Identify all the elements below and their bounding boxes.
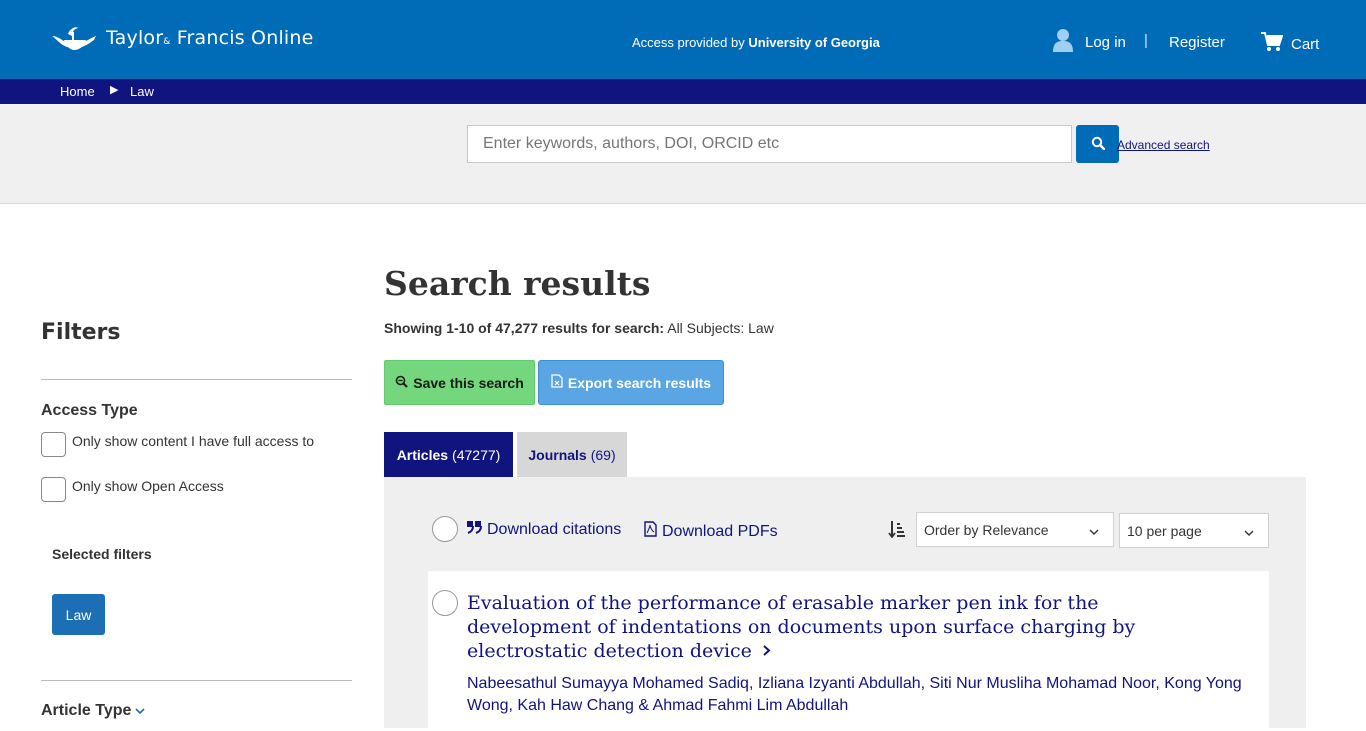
- per-page-select[interactable]: 10 per page: [1119, 513, 1269, 548]
- selected-filters-label: Selected filters: [52, 546, 152, 562]
- filters-divider: [41, 379, 352, 380]
- page-title: Search results: [384, 264, 651, 303]
- cart-label: Cart: [1291, 35, 1320, 53]
- article-title-link[interactable]: Evaluation of the performance of erasabl…: [467, 591, 1227, 663]
- breadcrumb-home[interactable]: Home: [60, 84, 95, 99]
- login-link[interactable]: Log in: [1053, 28, 1126, 56]
- register-link[interactable]: Register: [1169, 34, 1225, 51]
- save-search-button[interactable]: Save this search: [384, 360, 535, 405]
- download-citations-label: Download citations: [487, 521, 622, 538]
- header-separator: |: [1144, 32, 1148, 49]
- order-by-value: Order by Relevance: [924, 521, 1049, 538]
- per-page-value: 10 per page: [1127, 522, 1202, 539]
- article-type-heading: Article Type: [41, 702, 132, 719]
- article-authors[interactable]: Nabeesathul Sumayya Mohamed Sadiq, Izlia…: [467, 673, 1257, 717]
- access-type-heading: Access Type: [41, 402, 138, 419]
- logo-wordmark: Taylor& Francis Online: [106, 27, 314, 49]
- user-icon: [1053, 28, 1073, 56]
- order-by-select[interactable]: Order by Relevance: [916, 512, 1114, 547]
- article-title: Evaluation of the performance of erasabl…: [467, 592, 1136, 662]
- access-provided: Access provided by University of Georgia: [632, 35, 880, 50]
- advanced-search-link[interactable]: Advanced search: [1117, 138, 1210, 152]
- full-access-label: Only show content I have full access to: [72, 433, 315, 449]
- login-label: Log in: [1085, 33, 1126, 51]
- full-access-filter[interactable]: Only show content I have full access to: [41, 432, 314, 457]
- search-save-icon: [395, 375, 408, 391]
- access-org: University of Georgia: [748, 35, 880, 50]
- cart-icon: [1261, 32, 1284, 56]
- chevron-down-icon: [135, 702, 145, 720]
- selected-filter-chip[interactable]: Law: [52, 594, 105, 635]
- select-article-radio[interactable]: [432, 590, 458, 616]
- search-button[interactable]: [1076, 125, 1119, 163]
- full-access-checkbox[interactable]: [41, 432, 66, 457]
- export-results-label: Export search results: [567, 374, 712, 391]
- download-pdfs-label: Download PDFs: [662, 522, 778, 540]
- article-type-toggle[interactable]: Article Type: [41, 702, 145, 720]
- file-pdf-icon: [644, 521, 657, 542]
- filters-divider-2: [41, 680, 352, 681]
- tab-articles[interactable]: Articles (47277): [384, 432, 513, 477]
- results-summary: Showing 1-10 of 47,277 results for searc…: [384, 320, 774, 336]
- breadcrumb: Home ▶ Law: [0, 79, 1366, 104]
- open-access-label: Only show Open Access: [72, 478, 224, 494]
- search-icon: [1091, 136, 1105, 153]
- chevron-down-icon: [1089, 523, 1099, 539]
- open-access-checkbox[interactable]: [41, 477, 66, 502]
- select-all-radio[interactable]: [432, 516, 458, 542]
- download-citations-link[interactable]: Download citations: [467, 521, 621, 539]
- lamp-logo-icon: [50, 24, 98, 52]
- chevron-down-icon: [1244, 524, 1254, 540]
- site-logo[interactable]: Taylor& Francis Online: [50, 24, 314, 52]
- site-header: Taylor& Francis Online Access provided b…: [0, 0, 1366, 79]
- save-search-label: Save this search: [413, 374, 524, 391]
- search-band: Advanced search: [0, 104, 1366, 204]
- filters-title: Filters: [41, 320, 121, 345]
- download-pdfs-link[interactable]: Download PDFs: [644, 521, 778, 542]
- tab-journals[interactable]: Journals (69): [517, 432, 627, 477]
- search-input[interactable]: [467, 125, 1072, 163]
- file-export-icon: [551, 374, 563, 391]
- export-results-button[interactable]: Export search results: [538, 360, 724, 405]
- sort-icon[interactable]: [888, 520, 906, 543]
- chevron-right-icon: [762, 639, 771, 663]
- breadcrumb-current: Law: [130, 84, 154, 99]
- cart-link[interactable]: Cart: [1261, 32, 1319, 56]
- open-access-filter[interactable]: Only show Open Access: [41, 477, 224, 502]
- breadcrumb-arrow-icon: ▶: [110, 84, 119, 96]
- quote-icon: [467, 521, 482, 539]
